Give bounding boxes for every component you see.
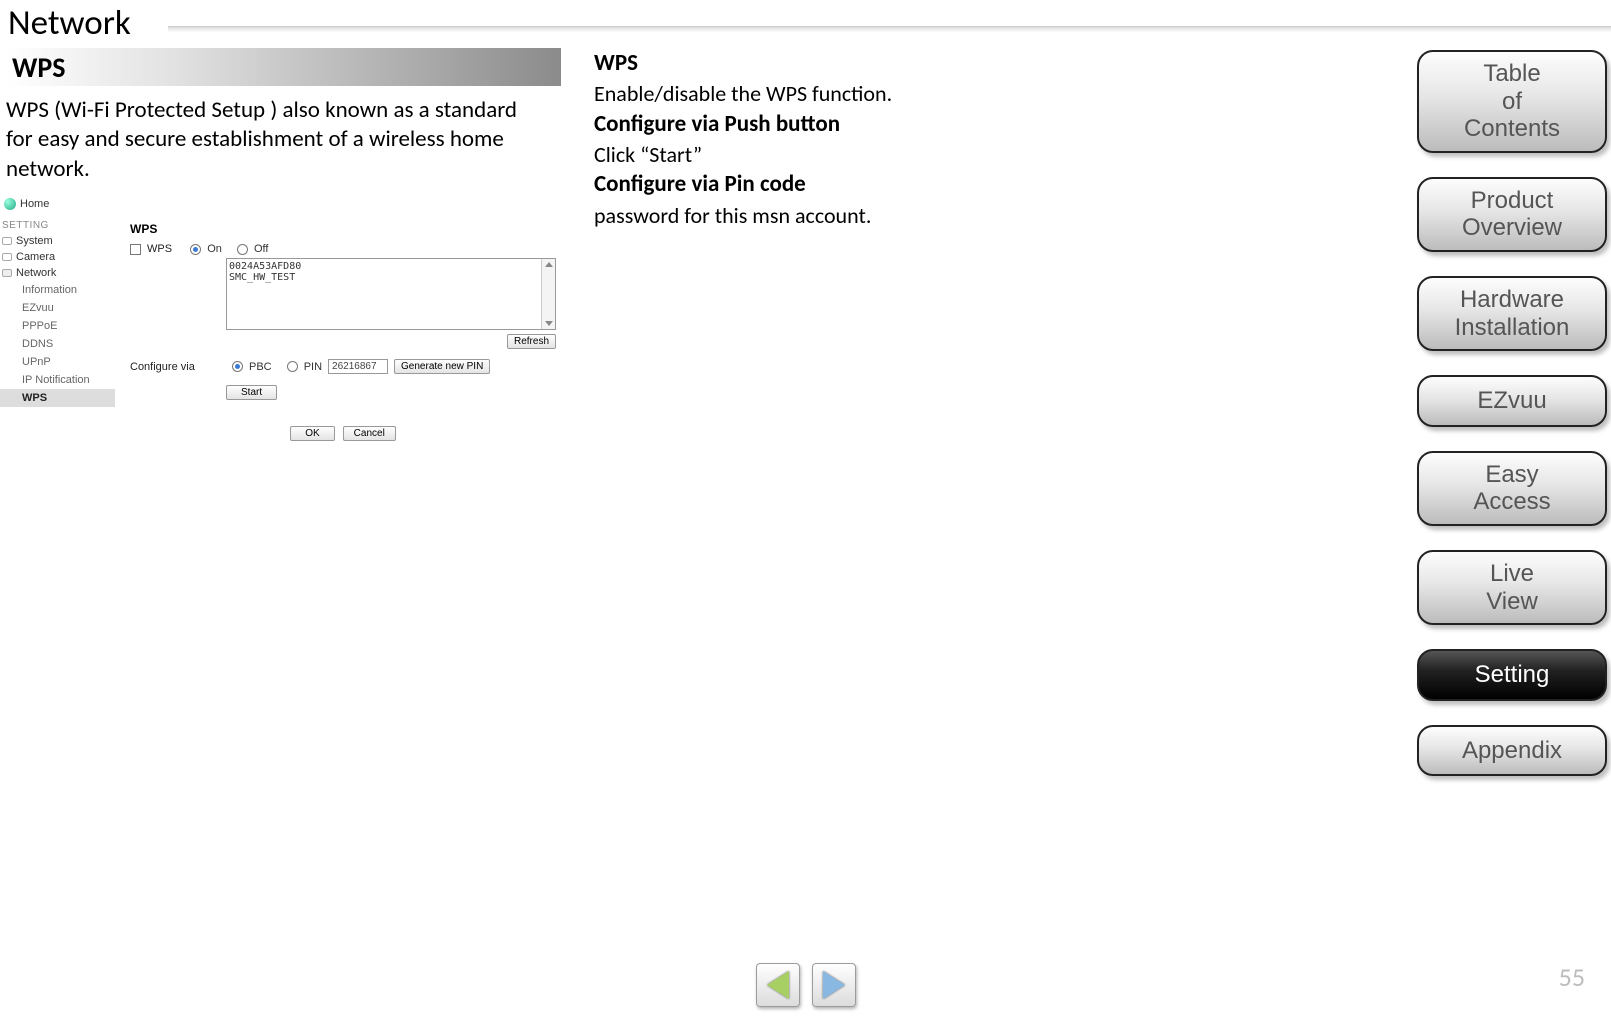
sidebar-item-label: Network [16, 267, 56, 279]
setting-label: SETTING [0, 212, 115, 233]
ok-cancel-row: OK Cancel [130, 400, 556, 441]
refresh-row: Refresh [130, 330, 556, 349]
explanation-line: Configure via Push button [594, 109, 1124, 140]
nav-label-line: of [1427, 88, 1597, 116]
home-label: Home [20, 198, 49, 210]
folder-icon [2, 252, 12, 262]
configure-label: Configure via [130, 361, 226, 373]
sidebar-sub-information[interactable]: Information [0, 281, 115, 299]
sidebar-sub-ddns[interactable]: DDNS [0, 335, 115, 353]
configure-row: Configure via PBC PIN Generate new PIN [130, 349, 560, 377]
pin-input[interactable] [328, 359, 388, 374]
section-header: WPS [6, 48, 561, 86]
home-link[interactable]: Home [0, 196, 560, 212]
sidebar-sub-wps[interactable]: WPS [0, 389, 115, 407]
explanation-line: password for this msn account. [594, 201, 1124, 231]
arrow-right-icon [823, 971, 845, 999]
nav-table-of-contents[interactable]: TableofContents [1417, 50, 1607, 153]
wps-on-label: On [207, 243, 222, 255]
network-listbox[interactable]: 0024A53AFD80SMC_HW_TEST [226, 258, 556, 330]
nav-label-line: Product [1427, 187, 1597, 215]
folder-open-icon [2, 268, 12, 278]
pbc-radio[interactable] [232, 361, 243, 372]
nav-live-view[interactable]: LiveView [1417, 550, 1607, 625]
wps-off-radio[interactable] [237, 244, 248, 255]
pin-radio[interactable] [287, 361, 298, 372]
wps-on-radio[interactable] [190, 244, 201, 255]
nav-label-line: Access [1427, 488, 1597, 516]
content-wrap: WPS WPS (Wi-Fi Protected Setup ) also kn… [0, 48, 1140, 184]
globe-icon [4, 198, 16, 210]
nav-buttons: TableofContents ProductOverview HardwareIn… [1417, 50, 1607, 776]
explanation-line: WPS [594, 48, 1124, 79]
scrollbar[interactable] [541, 259, 555, 329]
nav-product-overview[interactable]: ProductOverview [1417, 177, 1607, 252]
start-button[interactable]: Start [226, 385, 277, 400]
list-item[interactable]: 0024A53AFD80 [229, 261, 553, 272]
wps-off-label: Off [254, 243, 268, 255]
ok-button[interactable]: OK [290, 426, 334, 441]
cancel-button[interactable]: Cancel [343, 426, 396, 441]
nav-ezvuu[interactable]: EZvuu [1417, 375, 1607, 427]
sidebar: SETTING System Camera Network InformationE… [0, 212, 115, 407]
list-item[interactable]: SMC_HW_TEST [229, 272, 553, 283]
nav-label-line: Live [1427, 560, 1597, 588]
folder-icon [2, 236, 12, 246]
pbc-label: PBC [249, 361, 272, 373]
start-row: Start [226, 377, 560, 400]
nav-label-line: Easy [1427, 461, 1597, 489]
pager [756, 963, 856, 1007]
settings-section-title: WPS [130, 222, 560, 240]
wps-label: WPS [147, 243, 172, 255]
wps-toggle-row: WPS On Off [130, 240, 560, 258]
nav-label-line: View [1427, 588, 1597, 616]
wps-checkbox[interactable] [130, 244, 141, 255]
nav-setting[interactable]: Setting [1417, 649, 1607, 701]
prev-page-button[interactable] [756, 963, 800, 1007]
sidebar-item-network[interactable]: Network [0, 265, 115, 281]
nav-hardware-installation[interactable]: HardwareInstallation [1417, 276, 1607, 351]
pin-label: PIN [304, 361, 322, 373]
sidebar-item-label: Camera [16, 251, 55, 263]
title-rule [168, 26, 1611, 32]
nav-easy-access[interactable]: EasyAccess [1417, 451, 1607, 526]
sidebar-sub-upnp[interactable]: UPnP [0, 353, 115, 371]
sidebar-item-label: System [16, 235, 53, 247]
nav-label-line: Installation [1427, 314, 1597, 342]
nav-label-line: Contents [1427, 115, 1597, 143]
page-number: 55 [1559, 961, 1585, 993]
settings-ui-mock: Home SETTING System Camera Network Informa… [0, 196, 560, 441]
explanation-line: Configure via Pin code [594, 169, 1124, 200]
nav-label-line: Table [1427, 60, 1597, 88]
explanation-line: Enable/disable the WPS function. [594, 79, 1124, 109]
sidebar-sub-ezvuu[interactable]: EZvuu [0, 299, 115, 317]
next-page-button[interactable] [812, 963, 856, 1007]
settings-main: WPS WPS On Off 0024A53AFD80SMC_HW_TEST R… [130, 212, 560, 441]
explanation-column: WPSEnable/disable the WPS function.Confi… [594, 48, 1124, 230]
section-description: WPS (Wi-Fi Protected Setup ) also known … [6, 96, 546, 184]
generate-pin-button[interactable]: Generate new PIN [394, 359, 490, 374]
refresh-button[interactable]: Refresh [507, 334, 556, 349]
nav-label-line: Hardware [1427, 286, 1597, 314]
sidebar-sub-pppoe[interactable]: PPPoE [0, 317, 115, 335]
arrow-left-icon [767, 971, 789, 999]
nav-appendix[interactable]: Appendix [1417, 725, 1607, 777]
nav-label-line: Overview [1427, 214, 1597, 242]
sidebar-sub-ip-notification[interactable]: IP Notification [0, 371, 115, 389]
sidebar-item-system[interactable]: System [0, 233, 115, 249]
sidebar-item-camera[interactable]: Camera [0, 249, 115, 265]
page-title: Network [0, 0, 1611, 44]
explanation-line: Click “Start” [594, 140, 1124, 170]
